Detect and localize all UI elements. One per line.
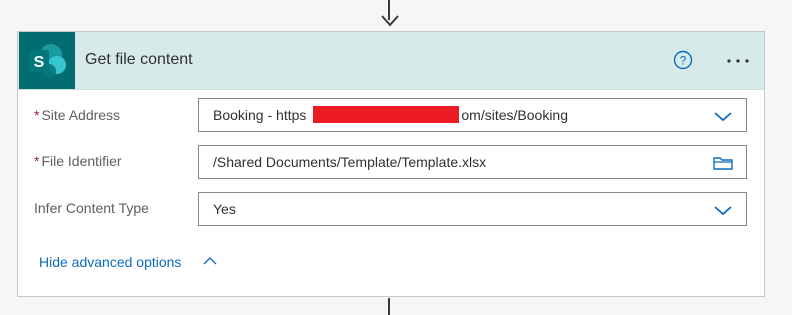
svg-text:?: ? xyxy=(680,54,687,68)
site-address-label-text: Site Address xyxy=(41,107,121,123)
hide-advanced-options-link[interactable]: Hide advanced options xyxy=(39,254,181,270)
redaction-mark xyxy=(313,106,459,123)
more-options-icon[interactable] xyxy=(724,50,752,70)
chevron-down-icon[interactable] xyxy=(712,108,734,124)
file-identifier-input[interactable]: /Shared Documents/Template/Template.xlsx xyxy=(198,145,747,179)
chevron-down-icon[interactable] xyxy=(712,202,734,218)
site-address-prefix: Booking - https xyxy=(213,107,307,123)
site-address-dropdown[interactable]: Booking - https om/sites/Booking xyxy=(198,98,747,132)
arrow-down-icon xyxy=(381,15,399,27)
action-title: Get file content xyxy=(85,51,193,68)
required-marker: * xyxy=(34,153,40,169)
svg-text:S: S xyxy=(34,54,45,71)
site-address-suffix: om/sites/Booking xyxy=(461,107,568,123)
sharepoint-icon: S xyxy=(19,32,75,89)
flow-connector-bottom xyxy=(388,298,390,315)
infer-content-type-dropdown[interactable]: Yes xyxy=(198,192,747,226)
action-card: S Get file content ? * Site Address Booki… xyxy=(17,31,765,297)
help-icon[interactable]: ? xyxy=(673,50,693,70)
file-identifier-label-text: File Identifier xyxy=(41,153,122,169)
site-address-label: * Site Address xyxy=(34,107,120,123)
infer-content-type-label: Infer Content Type xyxy=(34,200,149,216)
action-header[interactable]: S Get file content ? xyxy=(18,32,764,90)
folder-icon[interactable] xyxy=(712,155,734,171)
file-identifier-value: /Shared Documents/Template/Template.xlsx xyxy=(213,154,487,170)
required-marker: * xyxy=(34,107,40,123)
infer-content-type-value: Yes xyxy=(213,201,236,217)
file-identifier-label: * File Identifier xyxy=(34,153,122,169)
chevron-up-icon[interactable] xyxy=(203,255,217,267)
